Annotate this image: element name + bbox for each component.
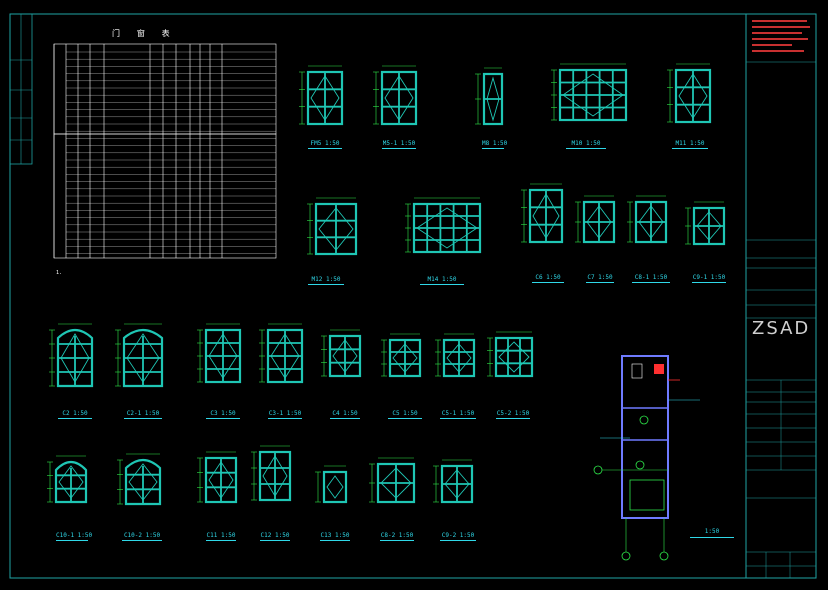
window-c3 <box>197 323 242 384</box>
bathroom-plan-detail <box>593 355 700 561</box>
window-c10-1 <box>47 455 88 504</box>
label-underline <box>566 148 606 149</box>
label-c10-1: C10-1 1:50 <box>56 532 93 539</box>
label-underline <box>320 540 350 541</box>
label-c13: C13 1:50 <box>320 532 350 539</box>
drawing-sheet <box>9 13 817 579</box>
label-m12: M12 1:50 <box>311 276 341 283</box>
label-m8: M8 1:50 <box>482 140 508 147</box>
title-block-red-notes <box>752 20 810 52</box>
label-underline <box>56 540 88 541</box>
label-underline <box>388 418 422 419</box>
window-c13 <box>315 465 348 504</box>
title-block-frame <box>745 13 817 579</box>
window-m8 <box>475 67 504 126</box>
window-m5-1 <box>373 65 418 126</box>
window-c4 <box>321 329 362 378</box>
label-c8-1: C8-1 1:50 <box>634 274 668 281</box>
label-c6: C6 1:50 <box>535 274 561 281</box>
window-c12 <box>251 445 292 502</box>
window-c9-1 <box>685 201 726 246</box>
label-underline <box>632 282 670 283</box>
label-m5-1: M5-1 1:50 <box>382 140 416 147</box>
schedule-title: 门 窗 表 <box>112 29 176 38</box>
window-m10 <box>551 63 628 122</box>
window-c8-1 <box>627 195 668 244</box>
window-m11 <box>667 63 712 124</box>
label-c5-2: C5-2 1:50 <box>496 410 530 417</box>
window-fm5 <box>299 65 344 126</box>
window-c2 <box>49 323 94 388</box>
label-underline <box>672 148 708 149</box>
window-m12 <box>307 197 358 256</box>
label-underline <box>206 418 240 419</box>
label-underline <box>440 540 476 541</box>
door-window-schedule-table <box>53 43 277 259</box>
label-c8-2: C8-2 1:50 <box>380 532 414 539</box>
window-c5-2 <box>487 331 534 378</box>
window-c3-1 <box>259 323 304 384</box>
label-underline <box>690 537 734 538</box>
label-c4: C4 1:50 <box>332 410 358 417</box>
label-underline <box>268 418 302 419</box>
label-underline <box>206 540 236 541</box>
label-c5: C5 1:50 <box>392 410 418 417</box>
label-underline <box>692 282 726 283</box>
label-c9-2: C9-2 1:50 <box>441 532 475 539</box>
label-bathroom-plan: 1:50 <box>704 528 720 535</box>
label-underline <box>496 418 530 419</box>
label-underline <box>308 148 342 149</box>
label-fm5: FM5 1:50 <box>310 140 340 147</box>
window-c5 <box>381 333 422 378</box>
window-c7 <box>575 195 616 244</box>
label-underline <box>382 148 416 149</box>
label-underline <box>380 540 414 541</box>
label-underline <box>330 418 360 419</box>
window-m14 <box>405 197 482 254</box>
label-c12: C12 1:50 <box>260 532 290 539</box>
label-underline <box>260 540 290 541</box>
label-underline <box>420 284 464 285</box>
label-c3: C3 1:50 <box>210 410 236 417</box>
label-underline <box>532 282 564 283</box>
label-c10-2: C10-2 1:50 <box>123 532 161 539</box>
label-underline <box>482 148 504 149</box>
window-c6 <box>521 183 564 244</box>
window-c8-2 <box>369 457 416 504</box>
label-c11: C11 1:50 <box>206 532 236 539</box>
label-underline <box>308 284 344 285</box>
firm-logo: ZSAD <box>752 318 811 339</box>
label-underline <box>122 540 162 541</box>
label-c3-1: C3-1 1:50 <box>268 410 302 417</box>
label-m10: M10 1:50 <box>571 140 601 147</box>
window-c5-1 <box>435 333 476 378</box>
window-c11 <box>197 451 238 504</box>
label-c2: C2 1:50 <box>62 410 88 417</box>
label-c5-1: C5-1 1:50 <box>441 410 475 417</box>
window-c2-1 <box>115 323 164 388</box>
window-c10-2 <box>117 453 162 506</box>
label-c7: C7 1:50 <box>587 274 613 281</box>
label-underline <box>440 418 476 419</box>
label-c9-1: C9-1 1:50 <box>692 274 726 281</box>
label-c2-1: C2-1 1:50 <box>126 410 160 417</box>
label-underline <box>586 282 614 283</box>
note-line-1: 1. <box>56 270 63 276</box>
label-m14: M14 1:50 <box>427 276 457 283</box>
window-c9-2 <box>433 459 474 504</box>
label-underline <box>58 418 92 419</box>
label-m11: M11 1:50 <box>675 140 705 147</box>
label-underline <box>124 418 162 419</box>
